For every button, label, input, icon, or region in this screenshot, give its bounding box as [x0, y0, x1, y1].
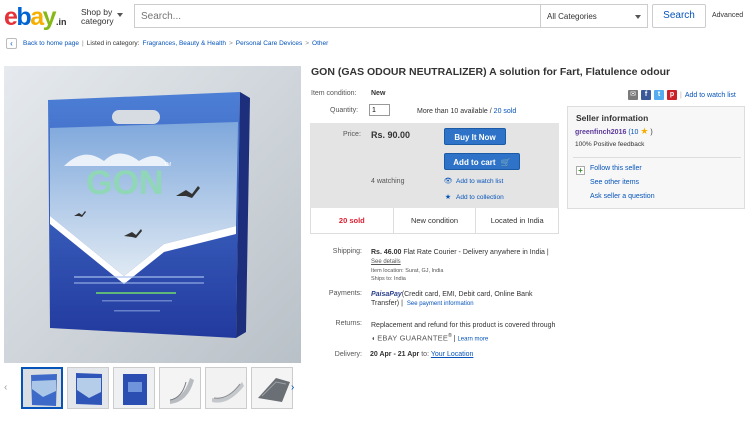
ebay-logo[interactable]: ebay.in: [4, 4, 67, 30]
search-field[interactable]: [134, 4, 541, 28]
add-to-watch-list-link[interactable]: 👁 Add to watch list: [443, 177, 504, 186]
plus-icon: +: [576, 166, 585, 175]
quantity-label: Quantity:: [330, 107, 359, 114]
header: ebay.in Shop by category All Categories …: [0, 0, 750, 34]
buy-box: Price: Rs. 90.00 Buy It Now Add to cart …: [310, 123, 559, 211]
price-value: Rs. 90.00: [371, 130, 411, 140]
product-title: GON (GAS ODOUR NEUTRALIZER) A solution f…: [311, 66, 671, 78]
cart-icon: 🛒: [500, 158, 511, 167]
sold-stat: 20 sold: [311, 208, 394, 233]
returns-label: Returns:: [335, 320, 362, 327]
stats-bar: 20 sold New condition Located in India: [310, 208, 559, 234]
chevron-right-icon[interactable]: ›: [291, 382, 294, 393]
add-to-cart-button[interactable]: Add to cart 🛒: [444, 153, 520, 170]
pinterest-icon[interactable]: p: [667, 90, 677, 100]
shipping-info: Rs. 46.00 Flat Rate Courier - Delivery a…: [371, 248, 556, 283]
back-home-link[interactable]: Back to home page: [23, 40, 79, 47]
seller-info-title: Seller information: [576, 113, 649, 123]
chevron-left-icon[interactable]: ‹: [4, 382, 7, 393]
svg-text:TM: TM: [164, 162, 171, 168]
ask-seller-link[interactable]: Ask seller a question: [590, 193, 655, 200]
eye-icon: 👁: [443, 178, 453, 185]
advanced-search-link[interactable]: Advanced: [712, 12, 743, 19]
condition-label: Item condition:: [311, 90, 357, 97]
breadcrumb-item-personal-care[interactable]: Personal Care Devices: [236, 40, 302, 47]
add-to-watch-list-link-top[interactable]: Add to watch list: [685, 92, 736, 99]
shield-icon: ◖: [371, 335, 376, 343]
item-location: Item location: Surat, GJ, India: [371, 268, 444, 274]
follow-seller-link[interactable]: Follow this seller: [590, 165, 642, 172]
watching-count: 4 watching: [371, 178, 405, 185]
delivery-label: Delivery:: [334, 351, 362, 358]
thumbnail[interactable]: [251, 367, 293, 409]
email-icon[interactable]: ✉: [628, 90, 638, 100]
see-other-items-link[interactable]: See other items: [590, 179, 639, 186]
ships-to: Ships to: India: [371, 276, 406, 282]
search-input[interactable]: [135, 5, 540, 27]
condition-value: New: [371, 90, 386, 97]
svg-text:GON: GON: [86, 164, 163, 202]
your-location-link[interactable]: Your Location: [431, 351, 474, 358]
see-details-link[interactable]: See details: [371, 259, 401, 265]
returns-info: Replacement and refund for this product …: [371, 322, 556, 343]
learn-more-link[interactable]: Learn more: [457, 336, 488, 342]
thumbnail-strip: ‹ ›: [4, 366, 301, 411]
thumbnail[interactable]: [113, 367, 155, 409]
product-bag-illustration: GON TM: [4, 66, 301, 363]
chevron-left-icon[interactable]: ‹: [6, 37, 17, 49]
listed-in-label: Listed in category:: [86, 39, 140, 47]
seller-info-box: Seller information greenfinch2016 (10 ★ …: [567, 106, 745, 209]
divider: [573, 157, 741, 158]
ebay-guarantee: EBAY GUARANTEE: [377, 333, 449, 343]
thumbnail[interactable]: [67, 367, 109, 409]
thumbnail[interactable]: [159, 367, 201, 409]
thumbnail[interactable]: [205, 367, 247, 409]
facebook-icon[interactable]: f: [641, 90, 651, 100]
add-to-collection-link[interactable]: ★ Add to collection: [444, 193, 504, 202]
breadcrumb: ‹ Back to home page | Listed in category…: [6, 37, 328, 49]
shipping-label: Shipping:: [332, 248, 362, 255]
chevron-down-icon: [635, 15, 641, 19]
condition-stat: New condition: [394, 208, 477, 233]
paisapay-logo: PaisaPay: [371, 291, 402, 298]
thumbnail[interactable]: [21, 367, 63, 409]
payment-info-link[interactable]: See payment information: [407, 301, 474, 307]
breadcrumb-item-fragrances[interactable]: Fragrances, Beauty & Health: [142, 40, 225, 47]
breadcrumb-item-other[interactable]: Other: [312, 40, 328, 47]
category-select[interactable]: All Categories: [541, 4, 648, 28]
twitter-icon[interactable]: t: [654, 90, 664, 100]
payments-label: Payments:: [328, 290, 362, 297]
product-main-image[interactable]: GON TM: [4, 66, 301, 363]
quantity-field[interactable]: [369, 104, 390, 116]
payments-info: PaisaPay(Credit card, EMI, Debit card, O…: [371, 291, 533, 307]
star-icon: ★: [640, 126, 649, 136]
availability: More than 10 available / 20 sold: [417, 108, 517, 115]
sold-count-link[interactable]: 20 sold: [494, 108, 517, 115]
delivery-info: 20 Apr - 21 Apr to: Your Location: [370, 351, 474, 358]
chevron-down-icon: [117, 13, 123, 17]
price-label: Price:: [343, 131, 361, 138]
share-bar: ✉ f t p | Add to watch list: [628, 90, 736, 100]
shop-by-category-button[interactable]: Shop by category: [81, 8, 123, 26]
buy-it-now-button[interactable]: Buy It Now: [444, 128, 506, 145]
positive-feedback: 100% Positive feedback: [575, 141, 645, 148]
seller-name[interactable]: greenfinch2016 (10 ★ ): [575, 126, 653, 137]
search-button[interactable]: Search: [652, 4, 706, 28]
location-stat: Located in India: [490, 216, 544, 225]
star-icon: ★: [444, 194, 452, 201]
